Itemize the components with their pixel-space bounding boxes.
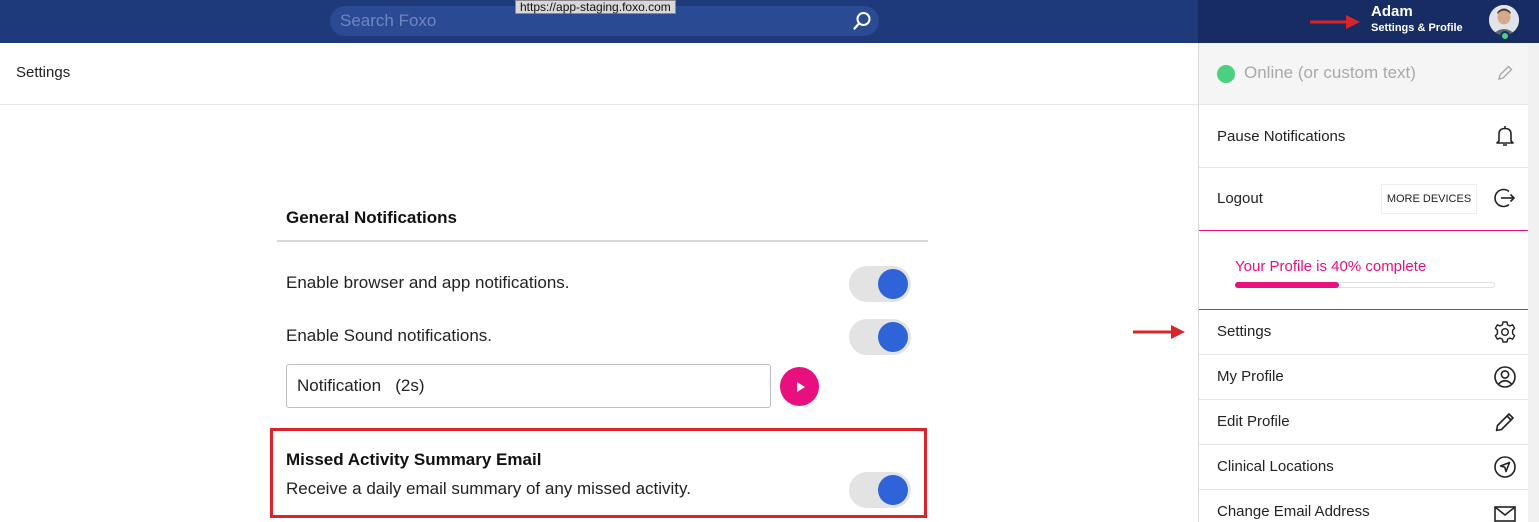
toggle-knob <box>878 322 908 352</box>
annotation-highlight-box <box>270 428 927 518</box>
page-title: Settings <box>16 64 71 81</box>
custom-status-row[interactable]: Online (or custom text) <box>1199 43 1529 105</box>
bell-icon <box>1496 126 1514 146</box>
logout-icon <box>1494 188 1516 208</box>
browser-notifications-label: Enable browser and app notifications. <box>286 273 570 292</box>
envelope-icon <box>1494 506 1516 522</box>
search-button[interactable] <box>849 8 875 34</box>
online-status-dot <box>1500 31 1510 41</box>
user-menu-toggle[interactable]: Adam Settings & Profile <box>1371 3 1481 36</box>
more-devices-button[interactable]: MORE DEVICES <box>1381 184 1477 214</box>
menu-item-clinical-locations[interactable]: Clinical Locations <box>1199 445 1529 490</box>
menu-item-label: Change Email Address <box>1217 503 1370 520</box>
pause-notifications-item[interactable]: Pause Notifications <box>1199 105 1529 168</box>
user-circle-icon <box>1494 366 1516 388</box>
location-arrow-icon <box>1494 456 1516 478</box>
pause-notifications-label: Pause Notifications <box>1217 128 1346 145</box>
user-name: Adam <box>1371 3 1413 20</box>
missed-activity-toggle[interactable] <box>849 472 911 508</box>
missed-activity-description: Receive a daily email summary of any mis… <box>286 479 691 498</box>
logout-label: Logout <box>1217 190 1263 207</box>
general-notifications-heading: General Notifications <box>286 208 457 227</box>
app-window: https://app-staging.foxo.com Adam Settin… <box>0 0 1539 522</box>
menu-item-settings[interactable]: Settings <box>1199 310 1529 355</box>
profile-completion[interactable]: Your Profile is 40% complete <box>1199 230 1529 310</box>
notification-sound-select[interactable]: Notification (2s) <box>286 364 771 408</box>
sound-notifications-toggle[interactable] <box>849 319 911 355</box>
menu-item-label: My Profile <box>1217 368 1284 385</box>
sound-notifications-label: Enable Sound notifications. <box>286 326 493 345</box>
page-header: Settings <box>0 43 1198 105</box>
menu-item-my-profile[interactable]: My Profile <box>1199 355 1529 400</box>
annotation-arrow-icon <box>1310 15 1360 29</box>
missed-activity-heading: Missed Activity Summary Email <box>286 450 542 469</box>
user-menu-subtitle: Settings & Profile <box>1371 22 1463 34</box>
toggle-knob <box>878 475 908 505</box>
menu-item-edit-profile[interactable]: Edit Profile <box>1199 400 1529 445</box>
url-tooltip: https://app-staging.foxo.com <box>515 0 676 14</box>
search-icon <box>853 12 871 30</box>
pencil-icon <box>1495 413 1514 432</box>
panel-scrollbar[interactable] <box>1528 43 1539 522</box>
online-status-icon <box>1217 65 1235 83</box>
pencil-icon[interactable] <box>1496 64 1514 82</box>
top-navigation-bar: https://app-staging.foxo.com <box>0 0 1198 43</box>
logout-item[interactable]: Logout <box>1199 168 1529 230</box>
profile-completion-text: Your Profile is 40% complete <box>1235 258 1427 275</box>
browser-notifications-toggle[interactable] <box>849 266 911 302</box>
profile-dropdown-panel: Online (or custom text) Pause Notificati… <box>1198 43 1529 522</box>
annotation-arrow-icon <box>1133 325 1185 339</box>
section-divider <box>277 240 928 242</box>
menu-item-change-email[interactable]: Change Email Address <box>1199 490 1529 522</box>
user-menu-header[interactable] <box>1198 0 1539 43</box>
menu-item-label: Clinical Locations <box>1217 458 1334 475</box>
custom-status-text: Online (or custom text) <box>1244 63 1416 82</box>
toggle-knob <box>878 269 908 299</box>
gear-icon <box>1494 321 1516 343</box>
play-sound-button[interactable] <box>780 367 819 406</box>
menu-item-label: Settings <box>1217 323 1272 340</box>
profile-completion-bar <box>1235 282 1339 288</box>
play-icon <box>796 381 805 392</box>
menu-item-label: Edit Profile <box>1217 413 1290 430</box>
